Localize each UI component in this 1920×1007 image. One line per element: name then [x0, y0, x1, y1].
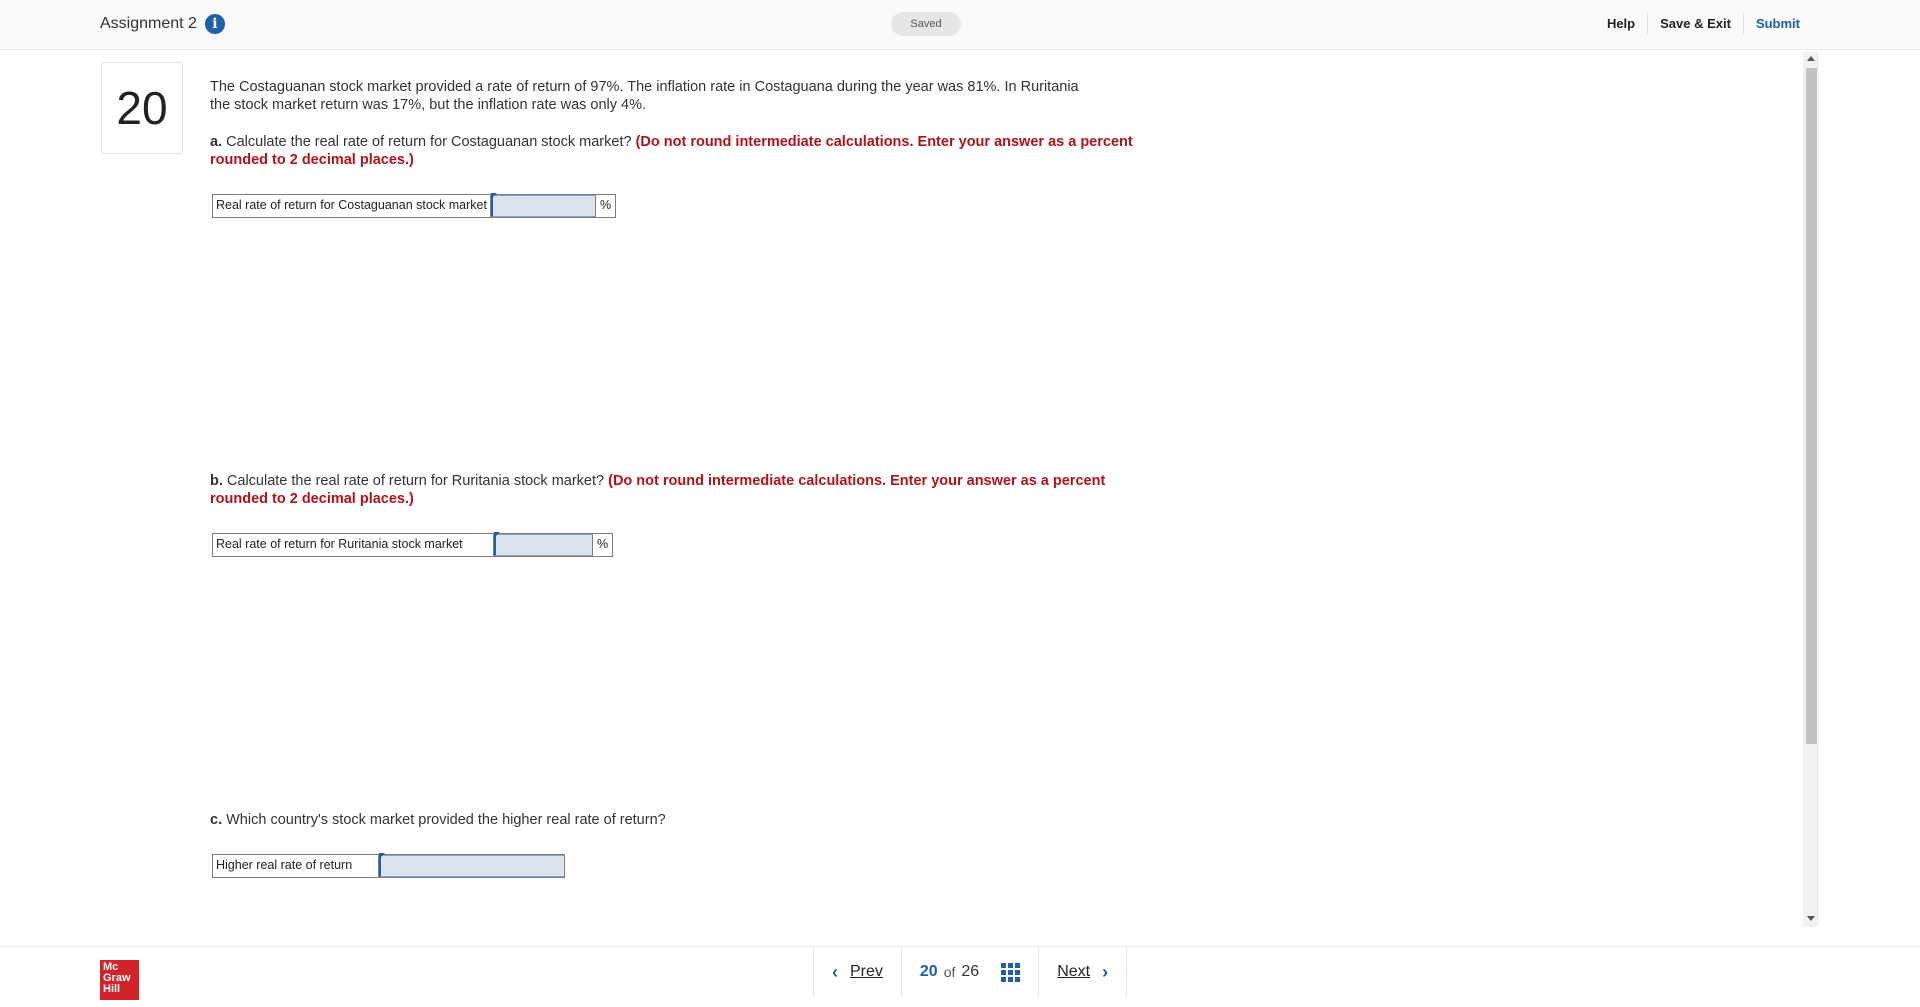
next-button[interactable]: Next ›	[1038, 947, 1126, 997]
part-b-prompt: b. Calculate the real rate of return for…	[210, 472, 1160, 508]
part-a-unit: %	[594, 195, 615, 217]
chevron-left-icon: ‹	[832, 961, 838, 982]
part-b-answer-input[interactable]	[494, 532, 592, 556]
part-a-answer-label: Real rate of return for Costaguanan stoc…	[213, 195, 491, 217]
part-c-letter: c.	[210, 812, 223, 828]
help-button[interactable]: Help	[1595, 13, 1647, 34]
question-stem: The Costaguanan stock market provided a …	[210, 78, 1160, 114]
assignment-title-text: Assignment 2	[100, 15, 197, 32]
part-b-text: Calculate the real rate of return for Ru…	[226, 473, 605, 489]
part-a-answer-input[interactable]	[490, 193, 595, 217]
part-b-letter: b.	[210, 473, 223, 489]
part-a-prompt: a. Calculate the real rate of return for…	[210, 133, 1160, 169]
top-header: Assignment 2 i Saved Help Save & Exit Su…	[0, 0, 1920, 50]
of-label: of	[943, 964, 956, 980]
part-c-answer-row: Higher real rate of return	[212, 853, 565, 878]
scroll-up-icon[interactable]	[1807, 56, 1815, 61]
page-indicator: 20 of 26	[900, 947, 1038, 997]
save-exit-button[interactable]: Save & Exit	[1647, 13, 1743, 34]
assignment-title: Assignment 2 i	[100, 14, 225, 34]
submit-button[interactable]: Submit	[1742, 13, 1812, 34]
part-a-letter: a.	[210, 134, 223, 150]
chevron-right-icon: ›	[1102, 961, 1109, 982]
part-c-prompt: c. Which country's stock market provided…	[210, 811, 1160, 829]
part-b-answer-row: Real rate of return for Ruritania stock …	[212, 532, 614, 557]
prev-label[interactable]: Prev	[850, 963, 883, 981]
grid-icon[interactable]	[1001, 962, 1021, 982]
header-actions: Help Save & Exit Submit	[1595, 13, 1812, 34]
scroll-thumb[interactable]	[1806, 68, 1817, 744]
part-a-text: Calculate the real rate of return for Co…	[226, 134, 632, 150]
current-page: 20	[919, 963, 938, 980]
part-b-answer-label: Real rate of return for Ruritania stock …	[213, 534, 494, 556]
part-c-answer-dropdown[interactable]	[379, 853, 564, 877]
footer: Mc Graw Hill ‹ Prev 20 of 26 Next ›	[0, 946, 1920, 1007]
info-icon[interactable]: i	[204, 14, 225, 34]
flag-icon	[494, 532, 500, 538]
next-label[interactable]: Next	[1057, 963, 1090, 981]
flag-icon	[490, 193, 497, 199]
stem-line-1: The Costaguanan stock market provided a …	[210, 79, 1079, 95]
scrollbar[interactable]	[1803, 52, 1819, 927]
question-number: 20	[101, 62, 183, 154]
part-c-answer-label: Higher real rate of return	[213, 855, 379, 877]
pager: ‹ Prev 20 of 26 Next ›	[813, 947, 1128, 997]
prev-button[interactable]: ‹ Prev	[814, 947, 901, 997]
saved-status-badge: Saved	[891, 12, 961, 36]
part-b-unit: %	[592, 534, 612, 556]
flag-icon	[379, 853, 385, 859]
mcgraw-hill-logo: Mc Graw Hill	[100, 960, 139, 1000]
scroll-down-icon[interactable]	[1807, 916, 1815, 921]
part-c-text: Which country's stock market provided th…	[226, 812, 666, 828]
part-a-answer-row: Real rate of return for Costaguanan stoc…	[212, 193, 617, 218]
stem-line-2: the stock market return was 17%, but the…	[210, 97, 647, 113]
total-pages: 26	[961, 963, 980, 980]
